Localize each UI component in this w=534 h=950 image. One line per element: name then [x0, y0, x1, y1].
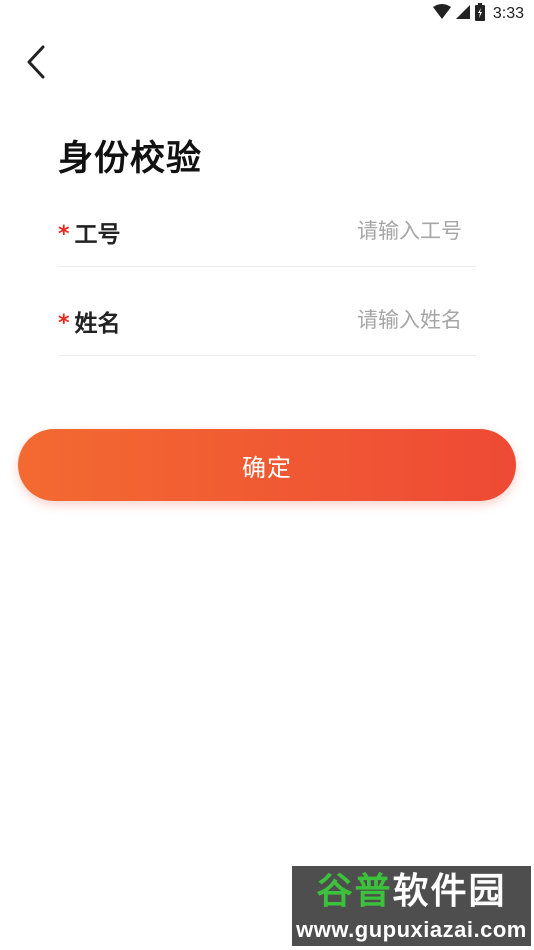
back-button[interactable]	[16, 42, 56, 86]
employee-id-label: * 工号	[58, 215, 121, 249]
employee-id-row: * 工号	[58, 201, 476, 267]
watermark-logo: 谷普软件园 www.gupuxiazai.com	[292, 866, 531, 946]
status-time: 3:33	[492, 5, 524, 22]
status-bar: 3:33	[0, 0, 534, 28]
confirm-button[interactable]: 确定	[18, 429, 516, 501]
page-title: 身份校验	[58, 139, 203, 179]
watermark-url: www.gupuxiazai.com	[296, 917, 527, 942]
battery-icon	[474, 3, 485, 25]
required-mark: *	[58, 311, 70, 336]
name-input[interactable]	[262, 304, 462, 336]
employee-id-label-text: 工号	[74, 222, 121, 248]
chevron-left-icon	[25, 45, 47, 83]
cell-signal-icon	[455, 4, 470, 24]
name-row: * 姓名	[58, 290, 476, 356]
watermark-title: 谷普软件园	[292, 870, 531, 914]
status-icons: 3:33	[432, 3, 524, 25]
required-mark: *	[58, 222, 70, 247]
watermark-title-part1: 谷普	[316, 871, 393, 912]
watermark-title-part2: 软件园	[392, 871, 507, 912]
employee-id-input[interactable]	[262, 215, 462, 247]
wifi-icon	[432, 4, 451, 24]
name-label-text: 姓名	[74, 311, 121, 337]
name-label: * 姓名	[58, 304, 121, 338]
